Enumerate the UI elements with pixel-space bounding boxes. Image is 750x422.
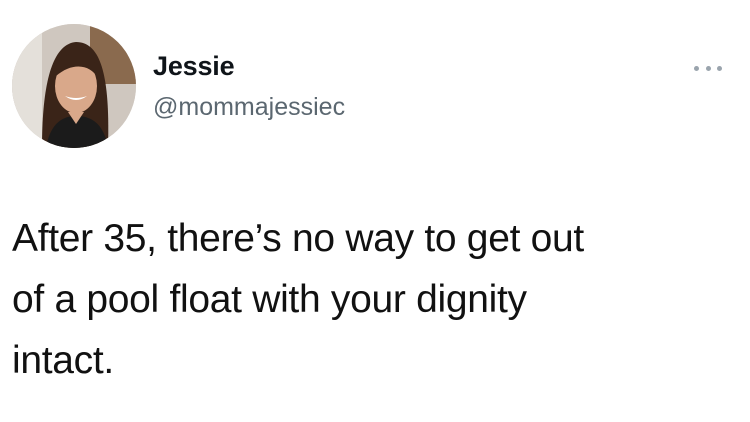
more-options-button[interactable]	[694, 60, 722, 76]
tweet-text: After 35, there’s no way to get out of a…	[12, 208, 732, 391]
ellipsis-icon	[705, 65, 711, 71]
tweet-card: Jessie @mommajessiec After 35, there’s n…	[0, 0, 750, 422]
profile-photo-icon	[12, 24, 136, 148]
ellipsis-icon	[717, 65, 722, 71]
tweet-text-line: intact.	[12, 339, 114, 382]
author-name[interactable]: Jessie	[153, 50, 235, 82]
tweet-text-line: After 35, there’s no way to get out	[12, 217, 584, 260]
avatar[interactable]	[12, 24, 136, 148]
tweet-text-line: of a pool float with your dignity	[12, 278, 527, 321]
author-handle[interactable]: @mommajessiec	[153, 92, 345, 122]
ellipsis-icon	[694, 65, 699, 71]
